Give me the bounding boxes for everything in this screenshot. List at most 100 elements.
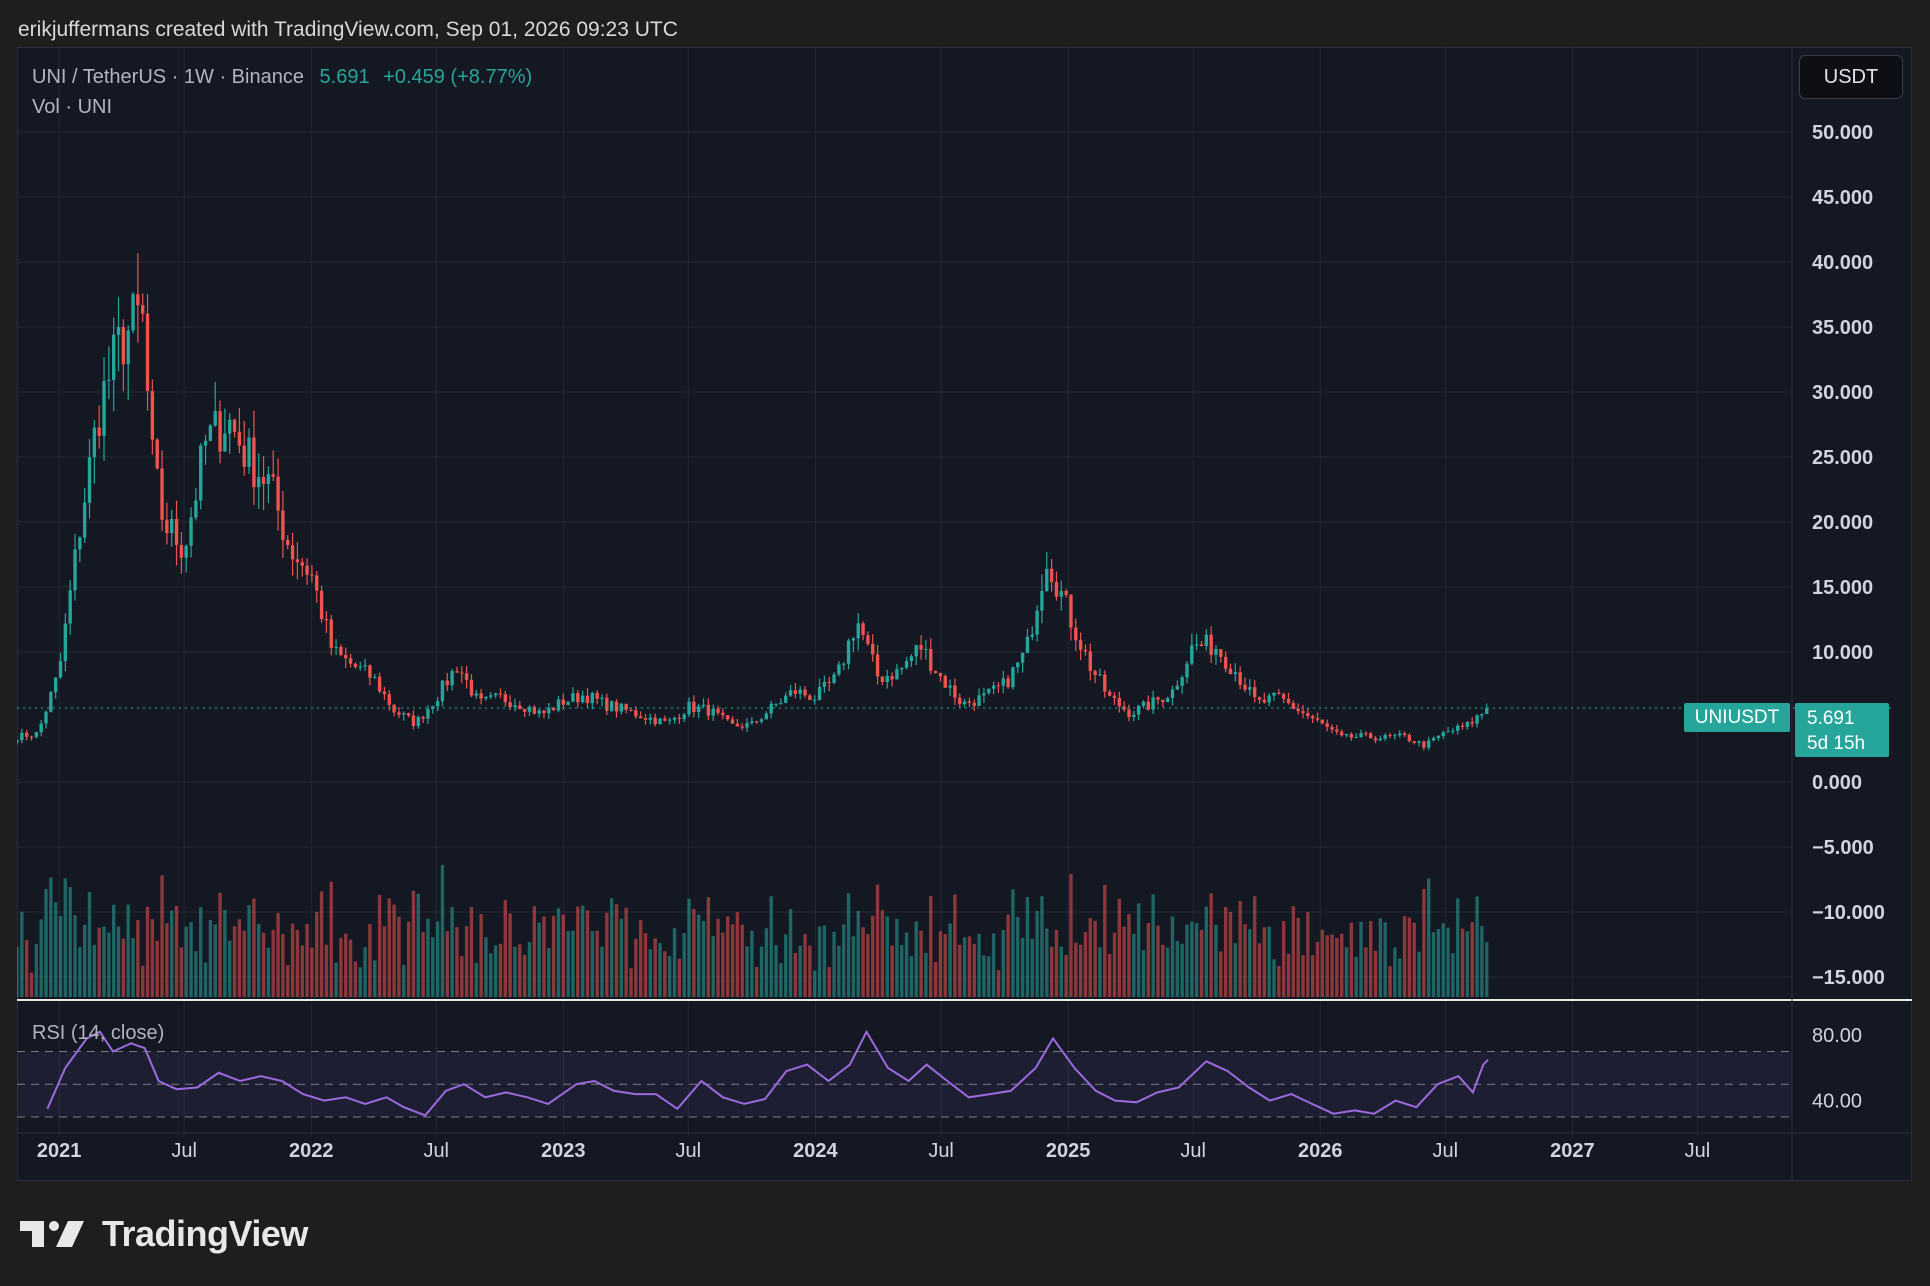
candle-body (764, 713, 769, 720)
candle-body (1083, 649, 1088, 652)
volume-bar (1006, 914, 1010, 997)
volume-bar (1088, 918, 1092, 997)
volume-bar (933, 962, 938, 997)
candle-body (851, 638, 856, 641)
volume-bar (194, 951, 198, 997)
candle-body (160, 468, 164, 520)
currency-button[interactable]: USDT (1799, 55, 1903, 99)
candle-body (580, 695, 585, 703)
candle-body (208, 425, 213, 441)
candle-body (1257, 697, 1262, 700)
candle-body (300, 562, 304, 566)
candle-body (827, 681, 831, 683)
candle-body (73, 549, 77, 591)
volume-bar (769, 896, 773, 997)
candle-body (590, 692, 595, 704)
symbol-legend[interactable]: UNI / TetherUS · 1W · Binance 5.691 +0.4… (32, 66, 532, 89)
candle-body (629, 709, 633, 711)
volume-bar (310, 947, 314, 997)
candle-body (987, 688, 991, 694)
volume-bar (1011, 889, 1015, 997)
volume-bar (1402, 916, 1407, 997)
candle-body (112, 334, 116, 380)
volume-bar (1349, 922, 1354, 997)
candle-body (566, 701, 570, 705)
volume-legend[interactable]: Vol · UNI (32, 96, 112, 119)
volume-bar (537, 922, 541, 997)
rsi-legend[interactable]: RSI (14, close) (32, 1022, 164, 1045)
volume-bar (1330, 934, 1334, 997)
volume-bar (126, 904, 130, 997)
candle-body (435, 701, 440, 707)
candle-body (725, 715, 730, 720)
volume-bar (455, 927, 459, 997)
candle-body (1373, 738, 1378, 741)
candle-body (711, 708, 715, 716)
volume-bar (551, 915, 556, 997)
candle-body (871, 643, 875, 655)
candle-body (696, 706, 701, 713)
volume-bar (740, 924, 744, 997)
candle-body (170, 518, 174, 534)
volume-bar (716, 918, 720, 997)
volume-bar (92, 944, 97, 997)
volume-bar (779, 963, 783, 997)
candle-body (1127, 709, 1131, 718)
volume-bar (996, 970, 1001, 997)
volume-bar (1277, 966, 1281, 997)
candle-body (1243, 684, 1247, 690)
candle-body (131, 294, 135, 331)
volume-bar (1132, 933, 1136, 997)
candle-body (1001, 678, 1005, 686)
volume-bar (392, 904, 396, 997)
volume-bar (1025, 897, 1030, 997)
volume-bar (774, 945, 778, 997)
volume-bar (542, 916, 546, 997)
candle-body (1296, 708, 1300, 712)
volume-bar (875, 884, 880, 997)
candle-body (522, 708, 527, 712)
volume-bar (508, 913, 512, 997)
volume-bar (909, 956, 914, 997)
candle-body (1074, 627, 1078, 641)
volume-bar (600, 946, 604, 997)
candle-body (184, 545, 188, 558)
volume-bar (1301, 955, 1305, 997)
candle-body (1277, 692, 1281, 694)
candle-body (194, 500, 198, 518)
candle-body (953, 685, 957, 698)
volume-bar (402, 964, 406, 997)
brand-logo[interactable]: TradingView (20, 1213, 308, 1255)
volume-bar (174, 905, 179, 997)
volume-bar (1417, 951, 1421, 997)
candle-body (808, 695, 812, 700)
volume-bar (1049, 946, 1054, 997)
volume-bar (1078, 944, 1083, 997)
volume-bar (832, 931, 836, 997)
candle-body (489, 695, 493, 697)
candle-body (450, 671, 454, 686)
volume-bar (78, 947, 82, 997)
candle-body (223, 433, 227, 452)
candle-body (788, 690, 793, 696)
volume-bar (764, 928, 769, 997)
candle-layer (17, 253, 1489, 751)
chart-svg[interactable]: 50.000 45.000 40.000 35.000 30.000 25.000 20.0… (17, 47, 1912, 1181)
candle-body (440, 680, 445, 702)
candle-body (1422, 741, 1426, 748)
candle-body (1310, 716, 1315, 719)
candle-body (199, 445, 203, 501)
candle-body (672, 717, 677, 720)
volume-bar (464, 926, 469, 997)
volume-bar (880, 910, 885, 997)
volume-bar (745, 946, 749, 997)
volume-bar (1127, 913, 1131, 997)
volume-bar (261, 932, 266, 997)
volume-bar (315, 911, 319, 997)
candle-body (648, 717, 653, 720)
candle-body (1185, 663, 1189, 678)
volume-bar (1393, 947, 1397, 997)
candle-body (1431, 737, 1436, 741)
time-tick-label: Jul (676, 1140, 702, 1162)
volume-bar (1151, 894, 1155, 997)
